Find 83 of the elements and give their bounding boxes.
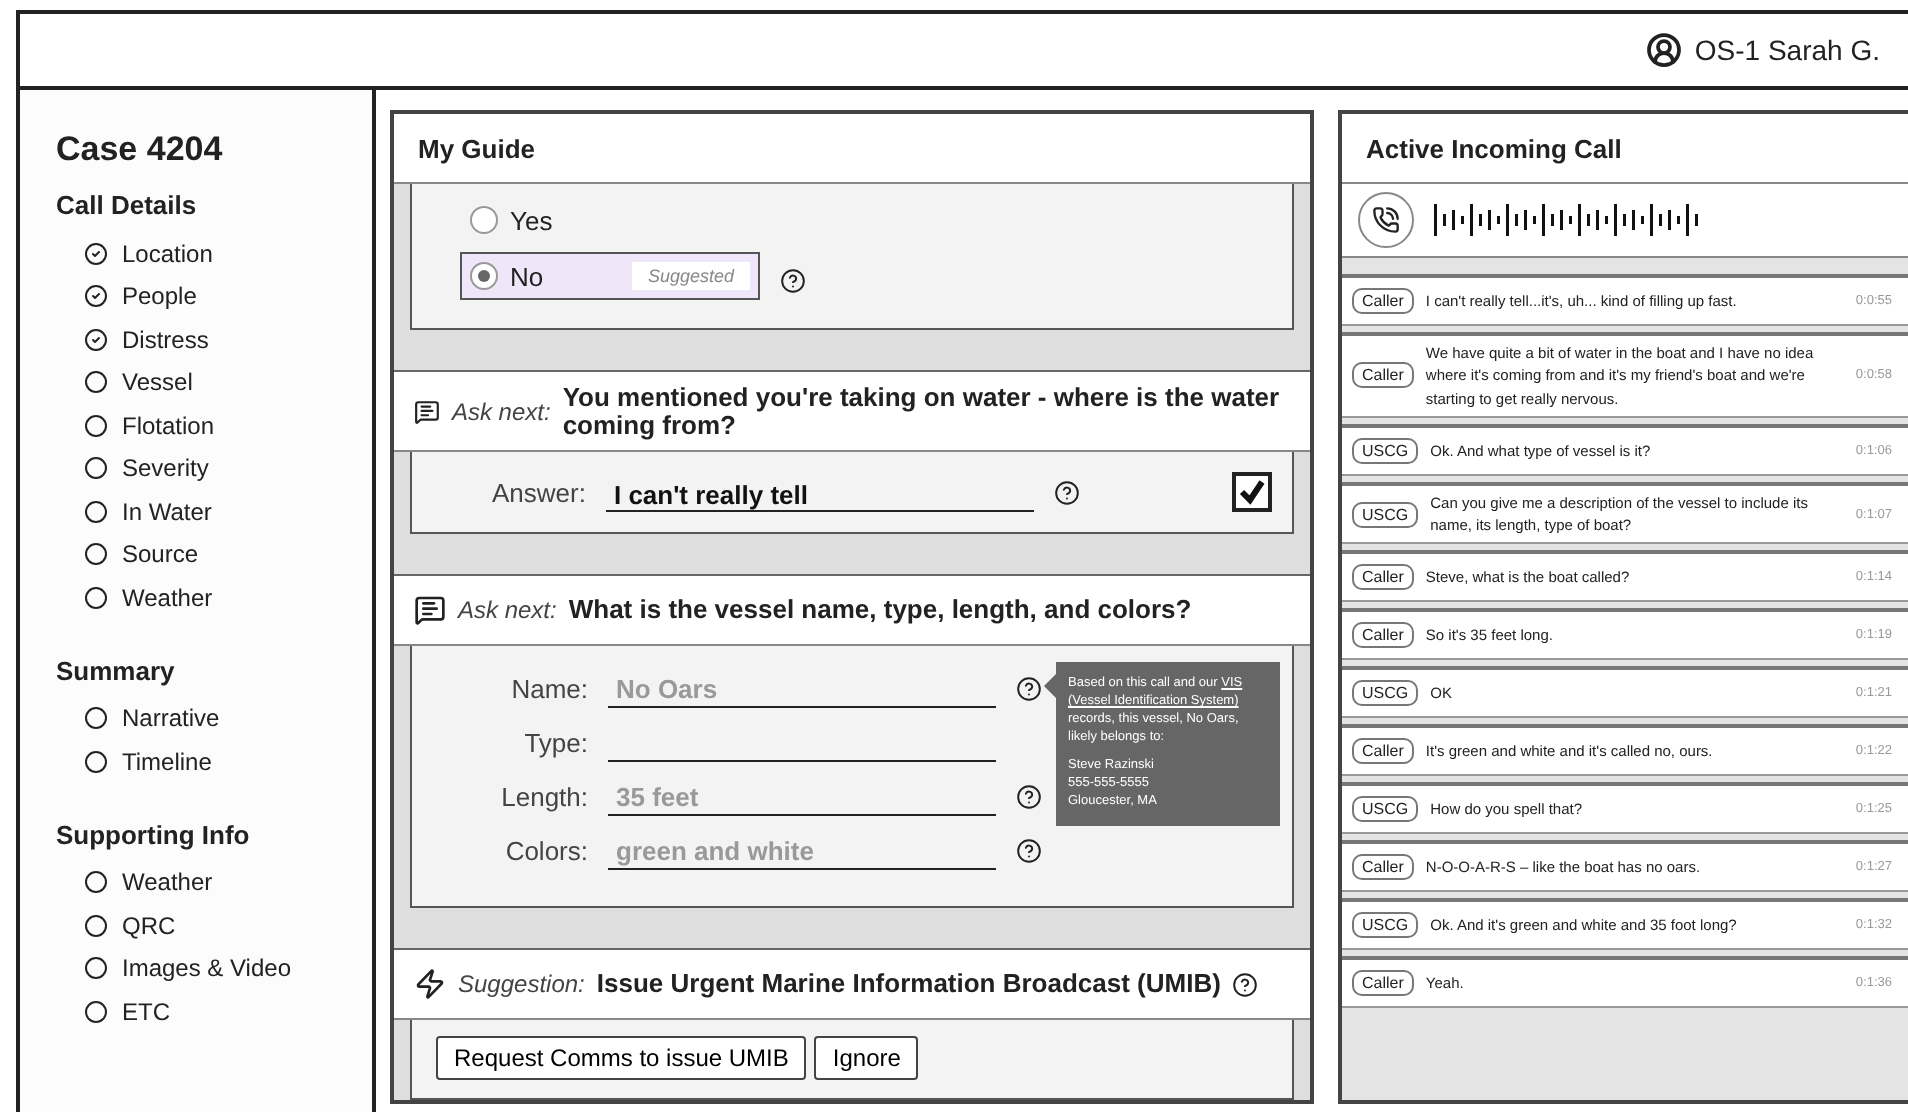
phone-button[interactable] <box>1358 192 1414 248</box>
check-circle-icon <box>84 327 108 352</box>
nav-item[interactable]: In Water <box>56 490 336 533</box>
speaker-tag: USCG <box>1352 680 1419 707</box>
phone-icon <box>1372 206 1400 234</box>
speaker-tag: USCG <box>1352 912 1419 939</box>
ask-next-label: Ask next: <box>458 596 557 625</box>
nav-item[interactable]: QRC <box>56 904 336 947</box>
help-icon[interactable] <box>1016 838 1042 865</box>
circle-icon <box>84 370 108 395</box>
nav-item[interactable]: Distress <box>56 318 336 361</box>
nav-item[interactable]: Location <box>56 232 336 275</box>
nav-item[interactable]: Weather <box>56 861 336 904</box>
nav-item[interactable]: Images & Video <box>56 947 336 990</box>
section-heading: Supporting Info <box>56 819 252 849</box>
radio-option[interactable]: Yes <box>460 196 760 244</box>
suggestion-label: Suggestion: <box>458 970 585 999</box>
lightning-icon <box>414 968 446 1001</box>
action-button[interactable]: Ignore <box>814 1036 919 1081</box>
circle-icon <box>84 542 108 567</box>
nav-item[interactable]: Narrative <box>56 697 336 740</box>
circle-icon <box>84 870 108 895</box>
speaker-tag: USCG <box>1352 501 1419 527</box>
nav-item[interactable]: Flotation <box>56 404 336 447</box>
user-name: OS-1 Sarah G. <box>1694 34 1880 66</box>
field-label: Colors: <box>503 836 588 867</box>
circle-icon <box>84 585 108 610</box>
circle-icon <box>84 749 108 774</box>
case-title: Case 4204 <box>56 130 225 170</box>
nav-item[interactable]: Weather <box>56 576 336 619</box>
checkbox[interactable] <box>1232 472 1272 513</box>
checkmark-icon <box>1238 478 1266 507</box>
circle-icon <box>84 706 108 731</box>
field-label: Answer: <box>492 477 586 508</box>
help-icon[interactable] <box>1016 676 1042 703</box>
suggested-tag: Suggested <box>631 262 750 290</box>
speaker-tag: Caller <box>1352 288 1414 314</box>
circle-icon <box>84 999 108 1024</box>
speaker-tag: Caller <box>1352 564 1414 591</box>
input-field[interactable]: green and white <box>608 832 996 871</box>
question-text: What is the vessel name, type, length, and colors? <box>568 596 1192 625</box>
user-avatar-icon[interactable] <box>1646 32 1683 68</box>
ask-next-label: Ask next: <box>451 397 551 426</box>
radio-option[interactable]: No Suggested <box>460 252 760 300</box>
speaker-tag: USCG <box>1352 796 1419 823</box>
section-heading: Call Details <box>56 190 199 220</box>
circle-icon <box>84 956 108 981</box>
input-field[interactable]: No Oars <box>608 670 996 709</box>
speaker-tag: Caller <box>1352 738 1414 765</box>
help-icon[interactable] <box>1232 971 1259 998</box>
field-label: Length: <box>499 782 588 813</box>
check-circle-icon <box>84 241 108 266</box>
speaker-tag: Caller <box>1352 622 1414 649</box>
action-button[interactable]: Request Comms to issue UMIB <box>436 1036 807 1081</box>
nav-item[interactable]: People <box>56 275 336 318</box>
help-icon[interactable] <box>780 267 806 293</box>
field-label: Type: <box>522 728 588 759</box>
speaker-tag: USCG <box>1352 437 1419 464</box>
nav-item[interactable]: Vessel <box>56 361 336 404</box>
question-text: You mentioned you're taking on water - where is the water coming from? <box>562 384 1282 439</box>
suggestion-text: Issue Urgent Marine Information Broadcast (UMIB) <box>596 970 1221 999</box>
nav-item[interactable]: Severity <box>56 447 336 490</box>
speaker-tag: Caller <box>1352 854 1414 881</box>
panel-title: Active Incoming Call <box>1342 114 1908 184</box>
circle-icon <box>84 456 108 481</box>
circle-icon <box>84 913 108 938</box>
circle-icon <box>84 499 108 524</box>
answer-field[interactable]: I can't really tell <box>605 473 1034 512</box>
help-icon[interactable] <box>1053 479 1080 506</box>
help-icon[interactable] <box>1016 784 1042 811</box>
nav-item[interactable]: Timeline <box>56 740 336 783</box>
section-heading: Summary <box>56 655 177 685</box>
check-circle-icon <box>84 284 108 309</box>
speaker-tag: Caller <box>1352 970 1414 997</box>
nav-item[interactable]: ETC <box>56 990 336 1033</box>
question-bubble-icon <box>414 395 440 428</box>
speaker-tag: Caller <box>1352 362 1414 389</box>
input-field[interactable]: 35 feet <box>608 778 996 817</box>
circle-icon <box>84 413 108 438</box>
nav-item[interactable]: Source <box>56 533 336 576</box>
question-bubble-icon <box>414 594 446 627</box>
field-label: Name: <box>509 674 588 705</box>
panel-title: My Guide <box>394 114 1310 184</box>
